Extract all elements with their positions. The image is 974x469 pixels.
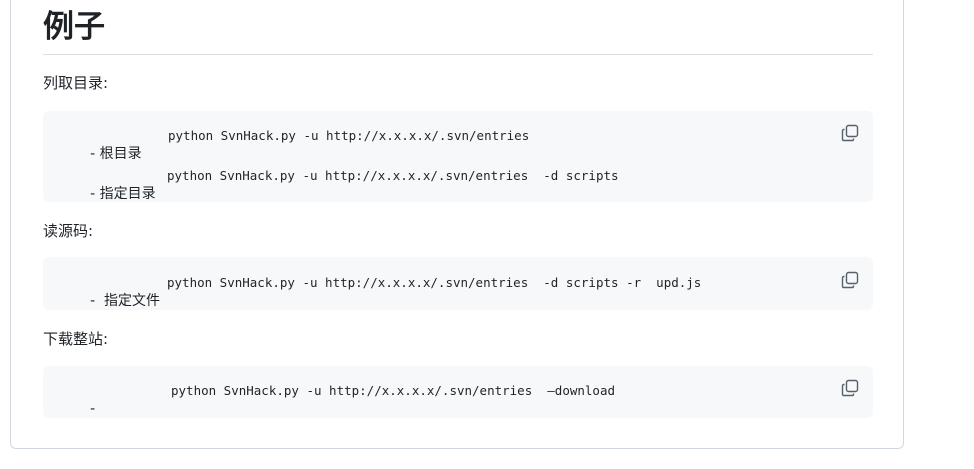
code-block-read-source: - 指定文件 python SvnHack.py -u http://x.x.x…: [43, 257, 873, 310]
code-line: - python SvnHack.py -u http://x.x.x.x/.s…: [60, 382, 615, 454]
copy-icon: [841, 271, 859, 289]
code-block-list-directory: - 根目录 python SvnHack.py -u http://x.x.x.…: [43, 111, 873, 202]
heading-divider: [43, 54, 873, 55]
code-line-prefix: -: [90, 401, 96, 417]
code-line-prefix: - 根目录: [90, 146, 142, 162]
code-line-command: python SvnHack.py -u http://x.x.x.x/.svn…: [167, 168, 619, 183]
code-line-command: python SvnHack.py -u http://x.x.x.x/.svn…: [168, 128, 530, 143]
code-line-prefix: - 指定目录: [90, 186, 156, 202]
section-heading: 例子: [43, 9, 105, 45]
read-source-label: 读源码:: [43, 222, 94, 240]
code-block-download-site: - python SvnHack.py -u http://x.x.x.x/.s…: [43, 366, 873, 418]
download-site-label: 下载整站:: [43, 330, 109, 348]
code-line-prefix: - 指定文件: [90, 293, 161, 309]
copy-icon: [841, 379, 859, 397]
code-line-command: python SvnHack.py -u http://x.x.x.x/.svn…: [167, 275, 702, 290]
copy-button[interactable]: [841, 124, 859, 142]
list-directory-label: 列取目录:: [43, 74, 109, 92]
copy-icon: [841, 124, 859, 142]
code-line-command: python SvnHack.py -u http://x.x.x.x/.svn…: [171, 383, 616, 398]
copy-button[interactable]: [841, 271, 859, 289]
copy-button[interactable]: [841, 379, 859, 397]
